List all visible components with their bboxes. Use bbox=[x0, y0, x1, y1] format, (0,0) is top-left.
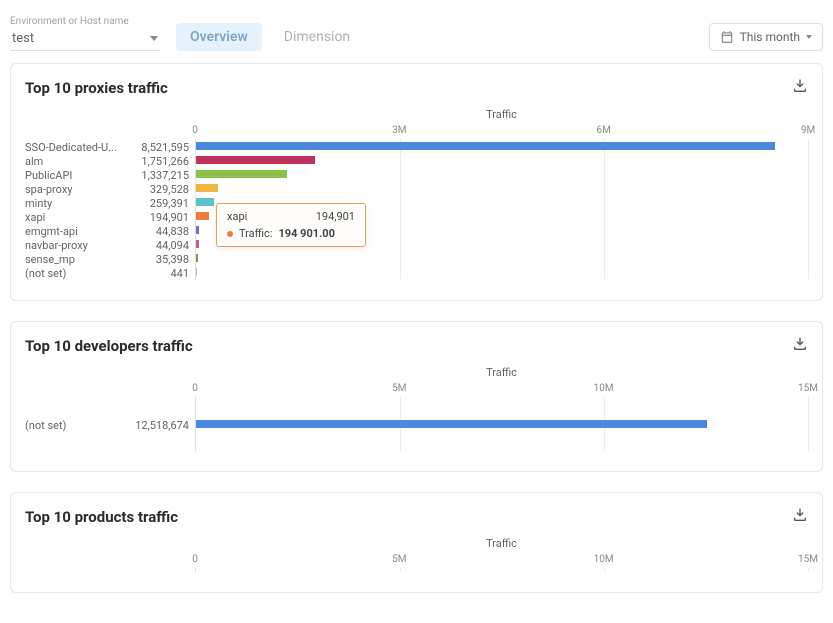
gridline bbox=[808, 397, 809, 451]
chart-row-label: (not set)12,518,674 bbox=[25, 418, 195, 432]
axis-tick: 0 bbox=[192, 125, 198, 136]
chart-bar bbox=[196, 142, 775, 150]
chart-row-label: SSO-Dedicated-U...8,521,595 bbox=[25, 140, 195, 154]
panel-proxies: Top 10 proxies traffic SSO-Dedicated-U..… bbox=[10, 63, 823, 301]
calendar-icon bbox=[720, 30, 734, 44]
download-button[interactable] bbox=[792, 507, 808, 527]
chart-row-label: alm1,751,266 bbox=[25, 154, 195, 168]
axis-tick: 5M bbox=[392, 383, 406, 394]
chart-row-label: sense_mp35,398 bbox=[25, 252, 195, 266]
chart-bar bbox=[196, 170, 287, 178]
chart-bar bbox=[196, 268, 197, 276]
axis-tick: 0 bbox=[192, 383, 198, 394]
chart-row-label: PublicAPI1,337,215 bbox=[25, 168, 195, 182]
chart-bar bbox=[196, 226, 199, 234]
axis-tick: 15M bbox=[798, 383, 818, 394]
download-icon bbox=[792, 336, 808, 352]
axis-tick: 15M bbox=[798, 554, 818, 565]
axis-tick: 9M bbox=[801, 125, 815, 136]
chart-bar-row[interactable] bbox=[196, 251, 808, 265]
chart-bar bbox=[196, 212, 209, 220]
tooltip-series-total: 194,901 bbox=[316, 210, 355, 223]
tooltip-metric-value: 194 901.00 bbox=[278, 227, 334, 240]
chart-row-label: (not set)441 bbox=[25, 266, 195, 280]
tooltip-metric-label: Traffic: bbox=[239, 227, 272, 240]
chart-row-label: xapi194,901 bbox=[25, 210, 195, 224]
gridline bbox=[808, 568, 809, 572]
chart-bar-row[interactable] bbox=[196, 167, 808, 181]
chart-tooltip: xapi 194,901 Traffic: 194 901.00 bbox=[216, 203, 366, 247]
chart-bar bbox=[196, 156, 315, 164]
gridline bbox=[604, 568, 605, 572]
axis-tick: 10M bbox=[594, 383, 614, 394]
chart-axis-title: Traffic bbox=[195, 108, 808, 121]
download-button[interactable] bbox=[792, 78, 808, 98]
chart-bar-row[interactable] bbox=[196, 417, 808, 431]
chart-bar-row[interactable] bbox=[196, 139, 808, 153]
gridline bbox=[808, 139, 809, 279]
chart-row-label: minty259,391 bbox=[25, 196, 195, 210]
axis-tick: 3M bbox=[392, 125, 406, 136]
panel-products: Top 10 products traffic Traffic 0 5M 10M 15… bbox=[10, 492, 823, 593]
chevron-down-icon bbox=[806, 35, 812, 39]
chart-bar bbox=[196, 420, 707, 428]
chart-bar-row[interactable] bbox=[196, 153, 808, 167]
date-range-label: This month bbox=[740, 30, 800, 44]
chart-row-label: navbar-proxy44,094 bbox=[25, 238, 195, 252]
tab-dimension[interactable]: Dimension bbox=[270, 23, 364, 51]
tooltip-series-name: xapi bbox=[227, 210, 247, 223]
chart-row-label: emgmt-api44,838 bbox=[25, 224, 195, 238]
tooltip-dot-icon bbox=[227, 231, 233, 237]
tab-overview[interactable]: Overview bbox=[176, 23, 262, 51]
panel-title: Top 10 products traffic bbox=[25, 508, 178, 526]
axis-tick: 0 bbox=[192, 554, 198, 565]
env-label: Environment or Host name bbox=[10, 16, 160, 27]
chevron-down-icon bbox=[150, 36, 158, 41]
axis-tick: 10M bbox=[594, 554, 614, 565]
env-select-value: test bbox=[12, 31, 34, 46]
chart-bar bbox=[196, 198, 214, 206]
panel-title: Top 10 proxies traffic bbox=[25, 79, 168, 97]
chart-bar bbox=[196, 254, 198, 262]
panel-developers: Top 10 developers traffic (not set)12,51… bbox=[10, 321, 823, 472]
date-range-picker[interactable]: This month bbox=[709, 23, 823, 51]
chart-axis-title: Traffic bbox=[195, 366, 808, 379]
env-select[interactable]: test bbox=[10, 27, 160, 51]
axis-tick: 5M bbox=[392, 554, 406, 565]
chart-row-label: spa-proxy329,528 bbox=[25, 182, 195, 196]
chart-bar-row[interactable] bbox=[196, 265, 808, 279]
download-icon bbox=[792, 507, 808, 523]
chart-axis-title: Traffic bbox=[195, 537, 808, 550]
axis-tick: 6M bbox=[596, 125, 610, 136]
download-button[interactable] bbox=[792, 336, 808, 356]
chart-bar-row[interactable] bbox=[196, 181, 808, 195]
panel-title: Top 10 developers traffic bbox=[25, 337, 193, 355]
chart-bar bbox=[196, 240, 199, 248]
gridline bbox=[400, 568, 401, 572]
chart-bar bbox=[196, 184, 218, 192]
download-icon bbox=[792, 78, 808, 94]
